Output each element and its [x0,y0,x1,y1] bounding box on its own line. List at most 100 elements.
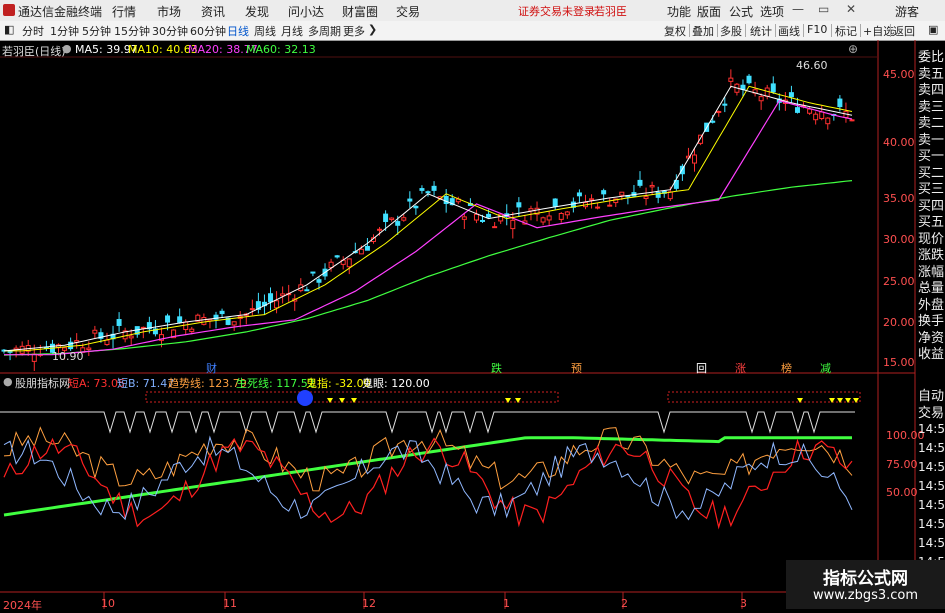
period-60min[interactable]: 60分钟 [190,23,226,39]
divider [775,24,776,37]
trade-time: 14:56 [918,460,945,474]
tool-back[interactable]: 返回 [893,23,915,39]
x-tick: 2 [621,597,628,610]
candle-body [419,188,425,191]
menu-hangqing[interactable]: 行情 [112,3,136,20]
candle-body [86,347,92,351]
menu-wenxiaoda[interactable]: 问小达 [288,3,324,20]
candle-body [310,271,316,274]
menu-faxian[interactable]: 发现 [245,3,269,20]
chevron-right-icon[interactable]: ❯ [368,23,377,36]
candle-body [637,179,643,186]
candle-body [346,258,352,268]
candle-body [165,315,171,323]
y-tick: 40.00 [883,136,915,149]
menu-gongshi[interactable]: 公式 [729,3,753,20]
ma10-line [4,85,853,352]
candle-body [358,248,364,255]
chart-svg[interactable] [0,40,945,609]
candle-body [788,92,794,98]
indicator-toggle-icon[interactable]: ● [3,375,13,388]
period-weekly[interactable]: 周线 [254,23,276,39]
period-more[interactable]: 更多 [343,23,365,39]
trade-label: 交易 [918,406,945,421]
menu-zixun[interactable]: 资讯 [201,3,225,20]
ind-shengsi: 生死线: 117.52 [236,377,315,390]
x-tick: 12 [362,597,376,610]
candle-body [492,226,498,229]
y-tick: 45.00 [883,68,915,81]
menu-jiaoyi[interactable]: 交易 [396,3,420,20]
candle-body [219,310,225,315]
candle-body [364,245,370,251]
event-marker-hui[interactable]: 回 [696,360,707,376]
tool-duogu[interactable]: 多股 [720,23,742,39]
toolbar-toggle-icon[interactable]: ◧ [4,23,14,36]
candle-body [552,198,558,207]
period-fenshi[interactable]: 分时 [22,23,44,39]
event-marker-die[interactable]: 跌 [491,360,502,376]
event-marker-yu[interactable]: 预 [571,360,582,376]
zoom-icon[interactable]: ⊕ [848,42,858,56]
menu-caifuquan[interactable]: 财富圈 [342,3,378,20]
candle-body [480,219,486,222]
settings-icon[interactable]: ▣ [928,23,938,36]
period-1min[interactable]: 1分钟 [50,23,79,39]
period-30min[interactable]: 30分钟 [152,23,188,39]
user-label[interactable]: 游客 [895,3,919,20]
candle-body [716,110,722,113]
signal-band [145,391,559,403]
event-marker-zhang[interactable]: 涨 [735,360,746,376]
tool-tongji[interactable]: 统计 [750,23,772,39]
candle-body [794,107,800,113]
candle-body [334,255,340,258]
candle-body [231,321,237,326]
divider [717,24,718,37]
minimize-icon[interactable]: — [792,2,804,16]
candle-body [540,217,546,223]
menu-bar: 通达信金融终端 行情 市场 资讯 发现 问小达 财富圈 交易 证券交易未登录 若… [0,0,945,21]
candle-body [395,221,401,226]
candle-body [825,117,831,125]
tool-fuquan[interactable]: 复权 [664,23,686,39]
ma-toggle-icon[interactable]: ● [62,42,72,55]
candle-body [837,98,843,108]
candle-body [546,215,552,221]
period-15min[interactable]: 15分钟 [114,23,150,39]
candle-body [377,228,383,231]
trade-time: 14:56 [918,441,945,455]
event-marker-bang[interactable]: 榜 [781,360,792,376]
candle-body [201,317,207,325]
candle-body [443,195,449,204]
menu-gongneng[interactable]: 功能 [667,3,691,20]
tool-biaoji[interactable]: 标记 [835,23,857,39]
candle-body [7,350,13,353]
close-icon[interactable]: ✕ [846,2,856,16]
period-multi[interactable]: 多周期 [308,23,341,39]
period-monthly[interactable]: 月线 [281,23,303,39]
menu-xuanxiang[interactable]: 选项 [760,3,784,20]
candle-body [486,213,492,218]
kline-chart-area[interactable]: 若羽臣(日线) ● MA5: 39.97 MA10: 40.63 MA20: 3… [0,40,945,612]
period-daily[interactable]: 日线 [227,23,249,39]
event-marker-cai[interactable]: 财 [206,360,217,376]
tool-diejia[interactable]: 叠加 [692,23,714,39]
ind-trend: 趋势线: 123.79 [168,377,247,390]
trade-time: 14:56 [918,498,945,512]
candle-body [274,300,280,309]
menu-banmian[interactable]: 版面 [697,3,721,20]
candle-body [19,345,25,354]
tool-huaxian[interactable]: 画线 [778,23,800,39]
candle-body [104,339,110,346]
login-notice[interactable]: 证券交易未登录 [518,3,595,19]
candle-body [576,192,582,197]
menu-shichang[interactable]: 市场 [157,3,181,20]
high-price-label: 46.60 [796,59,828,72]
tool-f10[interactable]: F10 [807,23,827,36]
divider [890,24,891,37]
trade-time: 14:56 [918,536,945,550]
event-marker-jian[interactable]: 减 [820,360,831,376]
indicator-name[interactable]: 股朋指标网 [15,375,70,391]
period-5min[interactable]: 5分钟 [82,23,111,39]
restore-icon[interactable]: ▭ [818,2,829,16]
